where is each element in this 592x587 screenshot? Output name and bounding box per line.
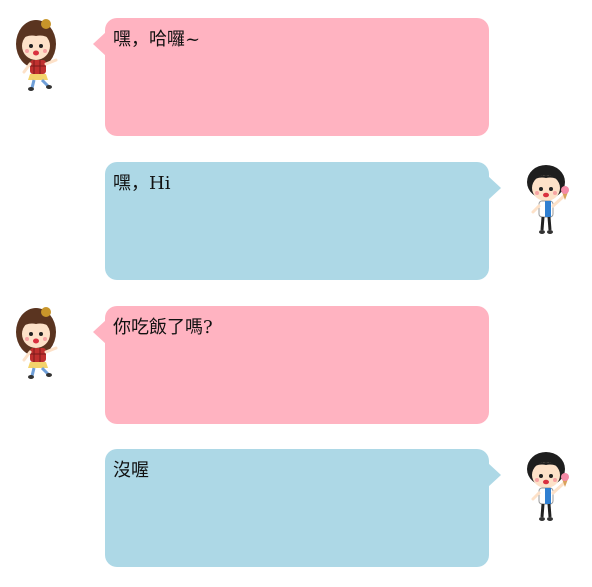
message-bubble: 沒喔 [105,449,489,567]
message-bubble: 嘿，Hi [105,162,489,280]
chat-message-right: 沒喔 [0,449,592,567]
bubble-tail [488,176,501,200]
girl-avatar-icon [12,18,68,92]
message-bubble: 嘿，哈囉~ [105,18,489,136]
bubble-tail [488,463,501,487]
chat-message-left: 你吃飯了嗎? [0,306,592,424]
message-text: 嘿，Hi [113,173,171,194]
message-bubble: 你吃飯了嗎? [105,306,489,424]
chat-window: 嘿，哈囉~ 嘿，Hi 你吃飯了嗎? 沒喔 [0,0,592,587]
chat-message-left: 嘿，哈囉~ [0,18,592,136]
girl-avatar-icon [12,306,68,380]
message-text: 嘿，哈囉~ [113,29,201,50]
message-text: 你吃飯了嗎? [113,317,213,338]
chat-message-right: 嘿，Hi [0,162,592,280]
boy-avatar-icon [520,449,576,523]
message-text: 沒喔 [113,460,149,481]
boy-avatar-icon [520,162,576,236]
